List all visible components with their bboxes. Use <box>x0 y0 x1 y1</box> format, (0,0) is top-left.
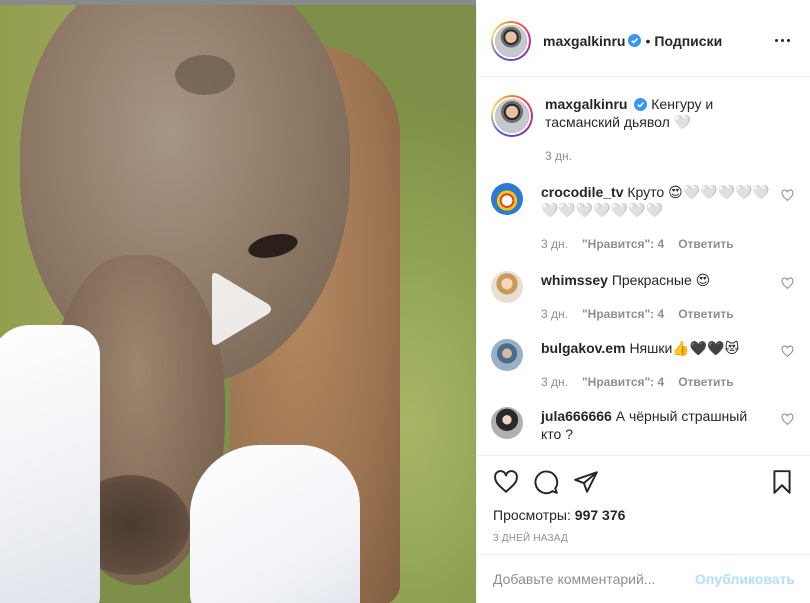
comment-avatar[interactable] <box>491 407 523 439</box>
publish-button[interactable]: Опубликовать <box>695 571 795 587</box>
post-timestamp[interactable]: 3 ДНЕЙ НАЗАД <box>493 533 795 544</box>
glove-right <box>190 445 360 603</box>
comments-list[interactable]: maxgalkinru Кенгуру и тасманский дьявол … <box>477 77 810 455</box>
comment-username[interactable]: jula666666 <box>541 408 612 424</box>
comment-avatar[interactable] <box>491 339 523 371</box>
comment-time[interactable]: 3 дн. <box>541 305 568 323</box>
caption-time[interactable]: 3 дн. <box>545 147 572 165</box>
video-media[interactable] <box>0 5 476 603</box>
comment-likes[interactable]: "Нравится": 4 <box>582 235 664 253</box>
comment-icon[interactable] <box>533 469 559 495</box>
post-panel: maxgalkinru • Подписки maxgalkinru Кенгу… <box>476 5 810 603</box>
verified-badge-icon <box>628 34 642 47</box>
caption: maxgalkinru Кенгуру и тасманский дьявол … <box>491 95 794 165</box>
comment-time[interactable]: 3 дн. <box>541 373 568 391</box>
reply-button[interactable]: Ответить <box>678 235 733 253</box>
reply-button[interactable]: Ответить <box>678 305 733 323</box>
comment-item: crocodile_tv Круто 😍🤍🤍🤍🤍🤍🤍🤍🤍🤍🤍🤍🤍 3 дн. "… <box>491 183 794 253</box>
like-comment-heart-icon[interactable] <box>781 277 794 290</box>
comment-username[interactable]: whimssey <box>541 272 608 288</box>
more-options-icon[interactable] <box>770 29 794 53</box>
glove-left <box>0 325 100 603</box>
comment-time[interactable]: 3 дн. <box>541 235 568 253</box>
comment-username[interactable]: crocodile_tv <box>541 184 623 200</box>
comment-likes[interactable]: "Нравится": 4 <box>582 305 664 323</box>
like-heart-icon[interactable] <box>493 469 519 495</box>
comment-likes[interactable]: "Нравится": 4 <box>582 373 664 391</box>
verified-badge-icon <box>634 97 648 111</box>
follow-button[interactable]: Подписки <box>654 33 722 49</box>
comment-input[interactable] <box>493 571 696 587</box>
caption-avatar[interactable] <box>491 95 533 137</box>
like-comment-heart-icon[interactable] <box>781 345 794 358</box>
comment-composer: Опубликовать <box>477 554 810 603</box>
post-actions: Просмотры: 997 376 3 ДНЕЙ НАЗАД <box>477 455 810 544</box>
comment-avatar[interactable] <box>491 183 523 215</box>
play-icon[interactable] <box>204 271 274 347</box>
share-icon[interactable] <box>573 469 599 495</box>
author-avatar[interactable] <box>491 20 531 61</box>
comment-text: Прекрасные 😍 <box>611 272 711 288</box>
author-username[interactable]: maxgalkinru <box>543 33 625 49</box>
like-comment-heart-icon[interactable] <box>781 413 794 426</box>
comment-avatar[interactable] <box>491 271 523 303</box>
comment-item: whimssey Прекрасные 😍 3 дн. "Нравится": … <box>491 271 794 323</box>
reply-button[interactable]: Ответить <box>678 373 733 391</box>
post-header: maxgalkinru • Подписки <box>477 5 810 77</box>
like-comment-heart-icon[interactable] <box>781 189 794 202</box>
comment-username[interactable]: bulgakov.em <box>541 340 626 356</box>
comment-item: jula666666 А чёрный страшный кто ? <box>491 407 794 443</box>
bookmark-icon[interactable] <box>769 469 795 495</box>
comment-text: Няшки👍🖤🖤😻 <box>629 340 740 356</box>
views-count[interactable]: Просмотры: 997 376 <box>493 507 795 523</box>
comment-item: bulgakov.em Няшки👍🖤🖤😻 3 дн. "Нравится": … <box>491 339 794 391</box>
caption-username[interactable]: maxgalkinru <box>545 96 627 112</box>
